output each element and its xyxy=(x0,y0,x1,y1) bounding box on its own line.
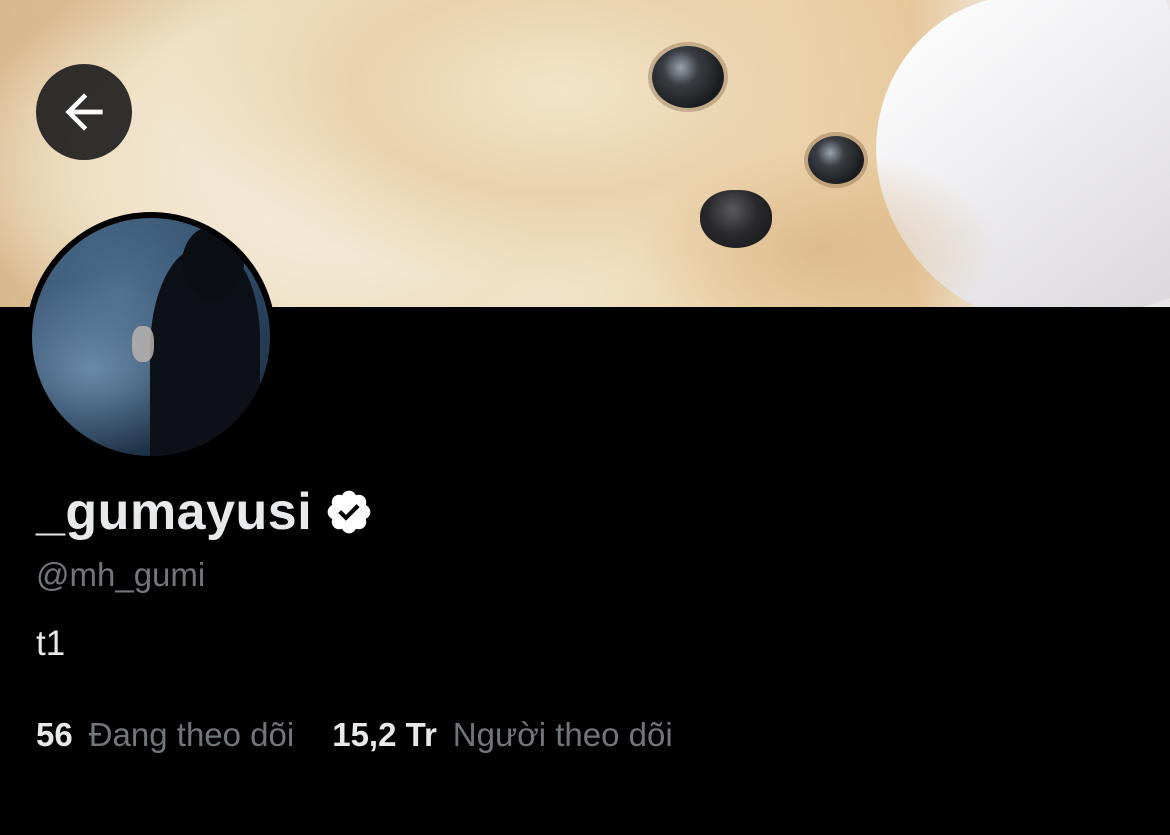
display-name: _gumayusi xyxy=(36,483,313,541)
verified-badge-icon[interactable] xyxy=(324,487,374,537)
dog-right-eye xyxy=(808,136,864,184)
profile-avatar[interactable] xyxy=(26,212,276,462)
following-stat-link[interactable]: 56 Đang theo dõi xyxy=(36,718,294,751)
profile-bio: t1 xyxy=(36,624,66,663)
following-label: Đang theo dõi xyxy=(88,716,295,753)
profile-screen: _gumayusi @mh_gumi t1 56 Đang theo dõi 1… xyxy=(0,0,1170,835)
profile-handle: @mh_gumi xyxy=(36,556,206,593)
arrow-left-icon xyxy=(65,93,103,131)
avatar-photo xyxy=(32,218,270,456)
dog-left-eye xyxy=(652,46,724,108)
avatar-person-hand xyxy=(132,326,154,362)
followers-count: 15,2 Tr xyxy=(332,716,437,753)
follow-stats: 56 Đang theo dõi 15,2 Tr Người theo dõi xyxy=(36,718,673,751)
following-count: 56 xyxy=(36,716,73,753)
dog-nose xyxy=(700,190,772,248)
avatar-person-head xyxy=(182,226,244,300)
back-button[interactable] xyxy=(36,64,132,160)
followers-stat-link[interactable]: 15,2 Tr Người theo dõi xyxy=(332,718,672,751)
followers-label: Người theo dõi xyxy=(452,716,673,753)
name-row: _gumayusi xyxy=(36,486,374,538)
